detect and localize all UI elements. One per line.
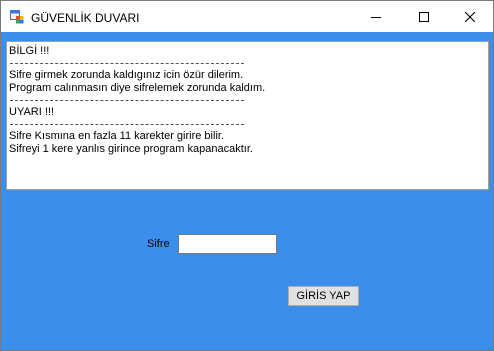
maximize-button[interactable]: [401, 1, 447, 32]
maximize-icon: [419, 11, 429, 22]
info-textbox[interactable]: BİLGİ !!! Sifre girmek zorunda kaldıgınız…: [6, 41, 489, 190]
info-line: Sifreyi 1 kere yanlıs girince program ka…: [9, 143, 253, 155]
login-button[interactable]: GİRİS YAP: [288, 286, 359, 306]
info-line: Program calınmasın diye sifrelemek zorun…: [9, 82, 266, 94]
password-label: Sifre: [147, 238, 170, 250]
title-bar[interactable]: GÜVENLİK DUVARI: [1, 1, 493, 32]
info-line: Sifre girmek zorunda kaldıgınız icin özü…: [9, 69, 244, 81]
info-line: UYARI !!!: [9, 106, 55, 118]
separator-line: [9, 95, 488, 106]
app-form-icon: [10, 10, 24, 24]
close-icon: [465, 11, 475, 22]
password-input[interactable]: [178, 234, 277, 254]
info-line: BİLGİ !!!: [9, 45, 50, 57]
info-line: Sifre Kısmına en fazla 11 karekter girir…: [9, 130, 224, 142]
minimize-icon: [371, 12, 381, 22]
separator-line: [9, 119, 488, 130]
form-client-area: BİLGİ !!! Sifre girmek zorunda kaldıgınız…: [1, 32, 493, 350]
separator-line: [9, 58, 488, 69]
minimize-button[interactable]: [353, 1, 399, 32]
app-window: GÜVENLİK DUVARI BİLGİ !!! Sifre girmek zo…: [0, 0, 494, 351]
close-button[interactable]: [447, 1, 493, 32]
window-title: GÜVENLİK DUVARI: [31, 11, 140, 25]
